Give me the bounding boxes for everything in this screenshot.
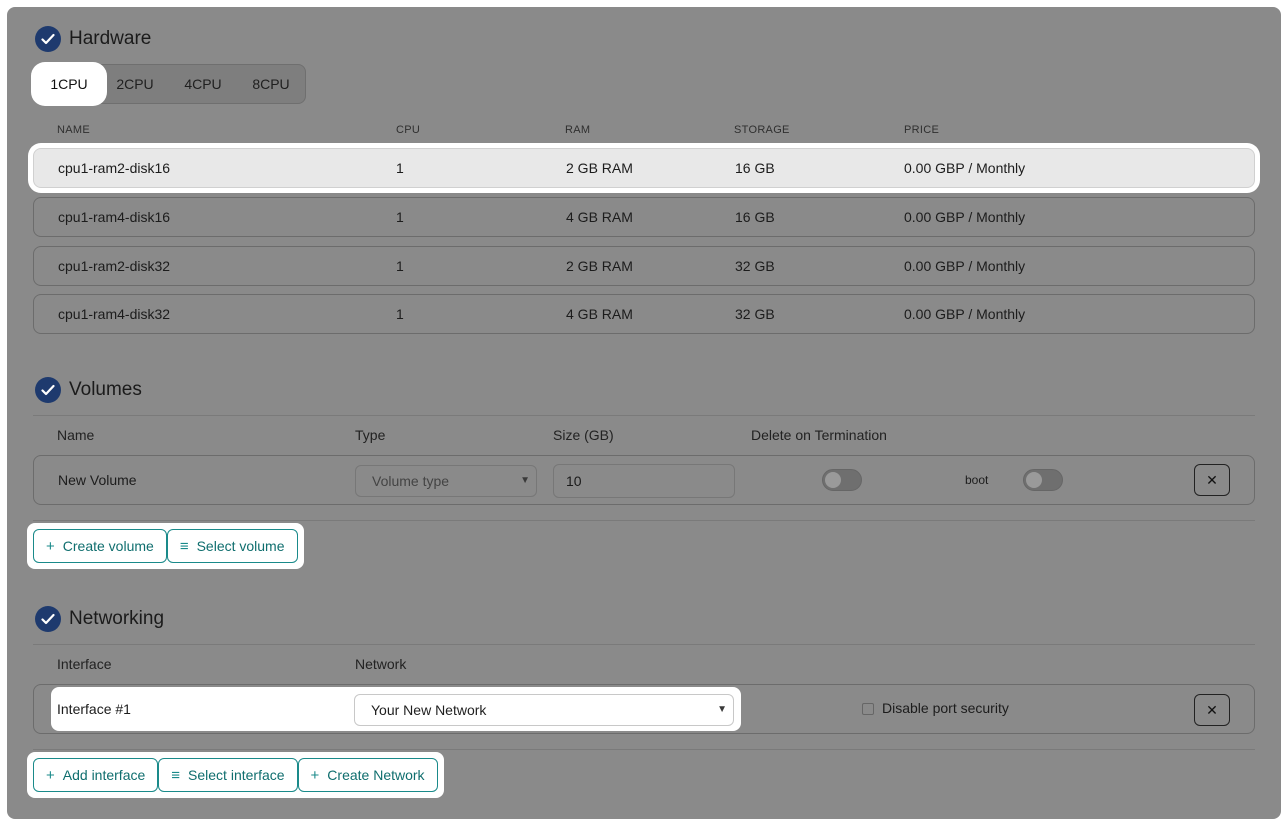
- networking-title: Networking: [69, 608, 165, 629]
- flavor-name: cpu1-ram4-disk16: [58, 209, 171, 225]
- select-volume-button[interactable]: ≡ Select volume: [166, 529, 298, 563]
- flavor-row[interactable]: cpu1-ram4-disk16 1 4 GB RAM 16 GB 0.00 G…: [33, 197, 1255, 237]
- hardware-header: Hardware: [35, 26, 151, 52]
- caret-down-icon: ▼: [520, 475, 530, 486]
- check-icon: [35, 377, 61, 403]
- add-interface-label: Add interface: [62, 767, 146, 783]
- select-interface-button[interactable]: ≡ Select interface: [158, 758, 298, 792]
- boot-toggle[interactable]: [1023, 469, 1063, 491]
- select-interface-label: Select interface: [188, 767, 285, 783]
- divider: [33, 644, 1255, 645]
- col-name: NAME: [57, 124, 90, 136]
- col-price: PRICE: [904, 124, 940, 136]
- port-security-checkbox[interactable]: [862, 703, 874, 715]
- flavor-cpu: 1: [396, 306, 404, 322]
- flavor-row[interactable]: cpu1-ram2-disk16 1 2 GB RAM 16 GB 0.00 G…: [33, 148, 1255, 188]
- flavor-row[interactable]: cpu1-ram2-disk32 1 2 GB RAM 32 GB 0.00 G…: [33, 246, 1255, 286]
- flavor-name: cpu1-ram2-disk16: [58, 160, 171, 176]
- flavor-ram: 2 GB RAM: [566, 160, 633, 176]
- network-actions: + Add interface ≡ Select interface + Cre…: [27, 752, 444, 798]
- flavor-ram: 4 GB RAM: [566, 306, 633, 322]
- volume-actions: + Create volume ≡ Select volume: [27, 523, 304, 569]
- tab-1cpu[interactable]: 1CPU: [37, 68, 101, 100]
- plus-icon: +: [46, 537, 55, 555]
- vol-col-type: Type: [355, 427, 386, 443]
- col-cpu: CPU: [396, 124, 421, 136]
- vol-col-name: Name: [57, 427, 95, 443]
- volume-type-placeholder: Volume type: [372, 473, 450, 489]
- list-icon: ≡: [179, 537, 189, 555]
- interface-name: Interface #1: [57, 701, 131, 717]
- port-security-label: Disable port security: [882, 700, 1009, 716]
- flavor-ram: 2 GB RAM: [566, 258, 633, 274]
- flavor-storage: 32 GB: [735, 306, 775, 322]
- volumes-header: Volumes: [35, 377, 142, 403]
- cpu-tabs: 1CPU 2CPU 4CPU 8CPU: [33, 64, 306, 104]
- plus-icon: +: [310, 766, 320, 784]
- add-interface-button[interactable]: + Add interface: [33, 758, 159, 792]
- check-icon: [35, 26, 61, 52]
- hardware-title: Hardware: [69, 28, 152, 49]
- col-ram: RAM: [565, 124, 591, 136]
- flavor-cpu: 1: [396, 258, 404, 274]
- vol-col-size: Size (GB): [553, 427, 614, 443]
- net-col-interface: Interface: [57, 656, 112, 672]
- launch-instance-panel: Hardware 1CPU 2CPU 4CPU 8CPU NAME CPU RA…: [7, 7, 1281, 819]
- select-volume-label: Select volume: [196, 538, 285, 554]
- caret-down-icon: ▼: [717, 704, 727, 715]
- volume-type-select[interactable]: Volume type ▼: [355, 465, 537, 497]
- toggle-knob: [1026, 472, 1042, 488]
- vol-col-delete: Delete on Termination: [751, 427, 887, 443]
- list-icon: ≡: [171, 766, 181, 784]
- network-select-value: Your New Network: [371, 702, 487, 718]
- flavor-cpu: 1: [396, 160, 404, 176]
- flavor-price: 0.00 GBP / Monthly: [904, 258, 1026, 274]
- tab-8cpu[interactable]: 8CPU: [244, 65, 298, 103]
- create-network-label: Create Network: [327, 767, 425, 783]
- flavor-cpu: 1: [396, 209, 404, 225]
- col-storage: STORAGE: [734, 124, 790, 136]
- net-col-network: Network: [355, 656, 407, 672]
- create-volume-button[interactable]: + Create volume: [33, 529, 167, 563]
- volumes-title: Volumes: [69, 379, 142, 400]
- flavor-name: cpu1-ram2-disk32: [58, 258, 171, 274]
- divider: [33, 415, 1255, 416]
- flavor-price: 0.00 GBP / Monthly: [904, 160, 1026, 176]
- boot-label: boot: [965, 473, 989, 487]
- flavor-storage: 16 GB: [735, 160, 775, 176]
- flavor-price: 0.00 GBP / Monthly: [904, 209, 1026, 225]
- flavor-name: cpu1-ram4-disk32: [58, 306, 171, 322]
- flavor-storage: 32 GB: [735, 258, 775, 274]
- flavor-storage: 16 GB: [735, 209, 775, 225]
- divider: [33, 749, 1255, 750]
- volume-size-input[interactable]: 10: [553, 464, 735, 498]
- tab-4cpu[interactable]: 4CPU: [176, 65, 230, 103]
- remove-volume-button[interactable]: ✕: [1194, 464, 1230, 496]
- networking-header: Networking: [35, 606, 164, 632]
- divider: [33, 520, 1255, 521]
- create-network-button[interactable]: + Create Network: [297, 758, 438, 792]
- volume-row: New Volume Volume type ▼ 10 boot ✕: [33, 455, 1255, 505]
- flavor-price: 0.00 GBP / Monthly: [904, 306, 1026, 322]
- check-icon: [35, 606, 61, 632]
- remove-interface-button[interactable]: ✕: [1194, 694, 1230, 726]
- flavor-ram: 4 GB RAM: [566, 209, 633, 225]
- tab-2cpu[interactable]: 2CPU: [108, 65, 162, 103]
- flavor-row[interactable]: cpu1-ram4-disk32 1 4 GB RAM 32 GB 0.00 G…: [33, 294, 1255, 334]
- network-select[interactable]: Your New Network ▼: [354, 694, 734, 726]
- create-volume-label: Create volume: [62, 538, 154, 554]
- plus-icon: +: [46, 766, 55, 784]
- toggle-knob: [825, 472, 841, 488]
- delete-on-termination-toggle[interactable]: [822, 469, 862, 491]
- volume-name: New Volume: [58, 472, 137, 488]
